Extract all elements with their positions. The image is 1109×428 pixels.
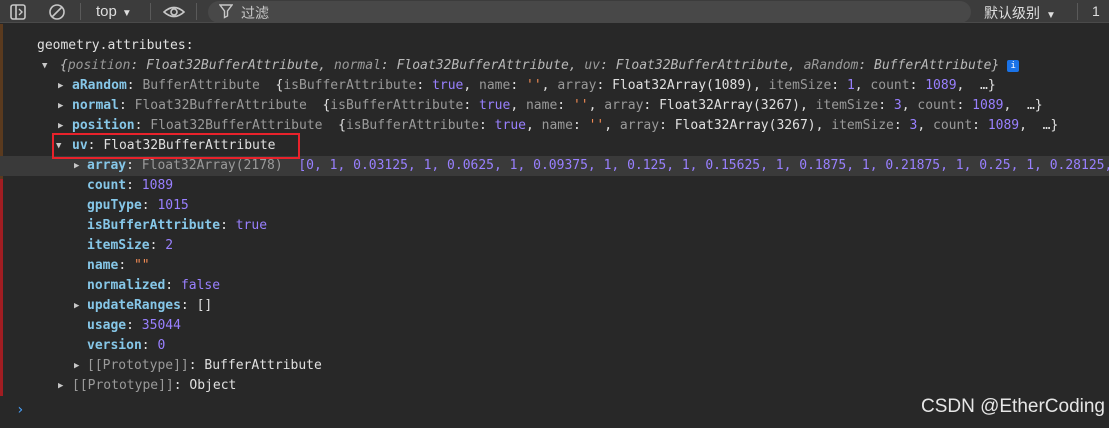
property-normal: normal: Float32BufferAttribute {isBuffer… <box>72 98 1043 113</box>
eye-icon[interactable] <box>162 3 186 21</box>
info-icon[interactable]: i <box>1007 59 1020 72</box>
expand-triangle-down-icon[interactable]: ▼ <box>42 56 47 76</box>
uv-version-row: version: 0 <box>87 338 166 353</box>
log-header: geometry.attributes: <box>37 38 194 53</box>
console-prompt[interactable]: › <box>16 402 24 418</box>
filter-icon <box>218 3 237 21</box>
expand-triangle-right-icon[interactable]: ▶ <box>74 356 79 376</box>
log-level-label: 默认级别 <box>984 5 1040 21</box>
uv-updateRanges-row[interactable]: ▶ updateRanges: [] <box>0 296 1109 316</box>
expand-triangle-right-icon[interactable]: ▶ <box>74 156 79 176</box>
object-summary: {position: Float32BufferAttribute, norma… <box>60 56 1020 76</box>
uv-gpuType-row: gpuType: 1015 <box>87 198 189 213</box>
expand-triangle-right-icon[interactable]: ▶ <box>58 76 63 96</box>
toolbar-divider <box>196 3 197 20</box>
uv-name-row: name: "" <box>87 258 150 273</box>
uv-prototype-row[interactable]: ▶ [[Prototype]]: BufferAttribute <box>0 356 1109 376</box>
uv-array-row[interactable]: ▶ array: Float32Array(2178) [0, 1, 0.031… <box>0 156 1109 176</box>
context-label: top <box>96 3 117 20</box>
expand-triangle-right-icon[interactable]: ▶ <box>58 376 63 396</box>
uv-array: array: Float32Array(2178) [0, 1, 0.03125… <box>87 158 1109 173</box>
property-row-normal[interactable]: ▶ normal: Float32BufferAttribute {isBuff… <box>0 96 1109 116</box>
toolbar-divider <box>80 3 81 20</box>
uv-highlight-box <box>52 133 300 159</box>
issues-counter[interactable]: 1 <box>1092 3 1100 19</box>
sidebar-toggle-icon[interactable] <box>9 3 27 21</box>
property-aRandom: aRandom: BufferAttribute {isBufferAttrib… <box>72 78 996 93</box>
filter-placeholder: 过滤 <box>241 5 269 21</box>
uv-itemSize-row: itemSize: 2 <box>87 238 174 253</box>
chevron-down-icon: ▼ <box>1046 10 1056 21</box>
filter-input[interactable]: 过滤 <box>208 1 971 23</box>
toolbar-divider <box>1077 3 1078 20</box>
log-level-dropdown[interactable]: 默认级别 ▼ <box>984 3 1056 23</box>
log-header-row: geometry.attributes: <box>0 36 1109 56</box>
watermark: CSDN @EtherCoding <box>920 396 1105 417</box>
object-prototype-row[interactable]: ▶ [[Prototype]]: Object <box>0 376 1109 396</box>
clear-console-icon[interactable] <box>48 3 66 21</box>
uv-count-row: count: 1089 <box>87 178 174 193</box>
expand-triangle-right-icon[interactable]: ▶ <box>74 296 79 316</box>
object-summary-row[interactable]: ▼ {position: Float32BufferAttribute, nor… <box>0 56 1109 76</box>
uv-normalized-row: normalized: false <box>87 278 221 293</box>
toolbar-divider <box>150 3 151 20</box>
chevron-down-icon: ▼ <box>121 8 132 19</box>
context-selector[interactable]: top ▼ <box>96 3 132 20</box>
expand-triangle-right-icon[interactable]: ▶ <box>58 96 63 116</box>
uv-isBufferAttribute-row: isBufferAttribute: true <box>87 218 268 233</box>
console-output: geometry.attributes: ▼ {position: Float3… <box>0 24 1109 428</box>
property-row-aRandom[interactable]: ▶ aRandom: BufferAttribute {isBufferAttr… <box>0 76 1109 96</box>
uv-usage-row: usage: 35044 <box>87 318 181 333</box>
console-toolbar: top ▼ 过滤 默认级别 ▼ 1 <box>0 0 1109 23</box>
